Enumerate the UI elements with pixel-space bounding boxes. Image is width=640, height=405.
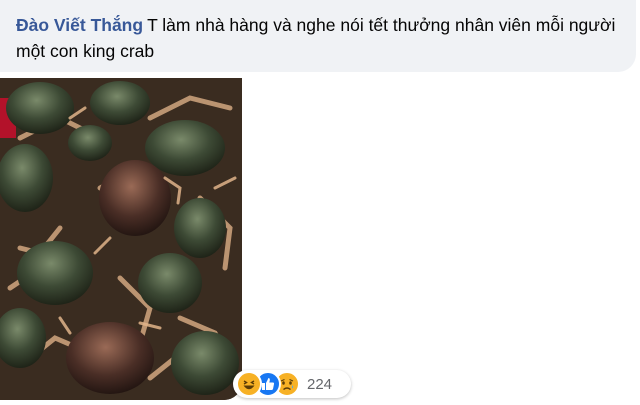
comment-bubble: Đào Viết Thắng T làm nhà hàng và nghe nói… bbox=[0, 0, 636, 72]
comment-text-block: Đào Viết Thắng T làm nhà hàng và nghe nói… bbox=[16, 12, 626, 64]
comment-author[interactable]: Đào Viết Thắng bbox=[16, 15, 143, 35]
reactions-bar[interactable]: 224 bbox=[233, 370, 351, 398]
haha-icon bbox=[236, 371, 262, 397]
crab-photo-illustration bbox=[0, 78, 242, 400]
reaction-count[interactable]: 224 bbox=[307, 376, 332, 393]
comment-photo[interactable] bbox=[0, 78, 242, 400]
